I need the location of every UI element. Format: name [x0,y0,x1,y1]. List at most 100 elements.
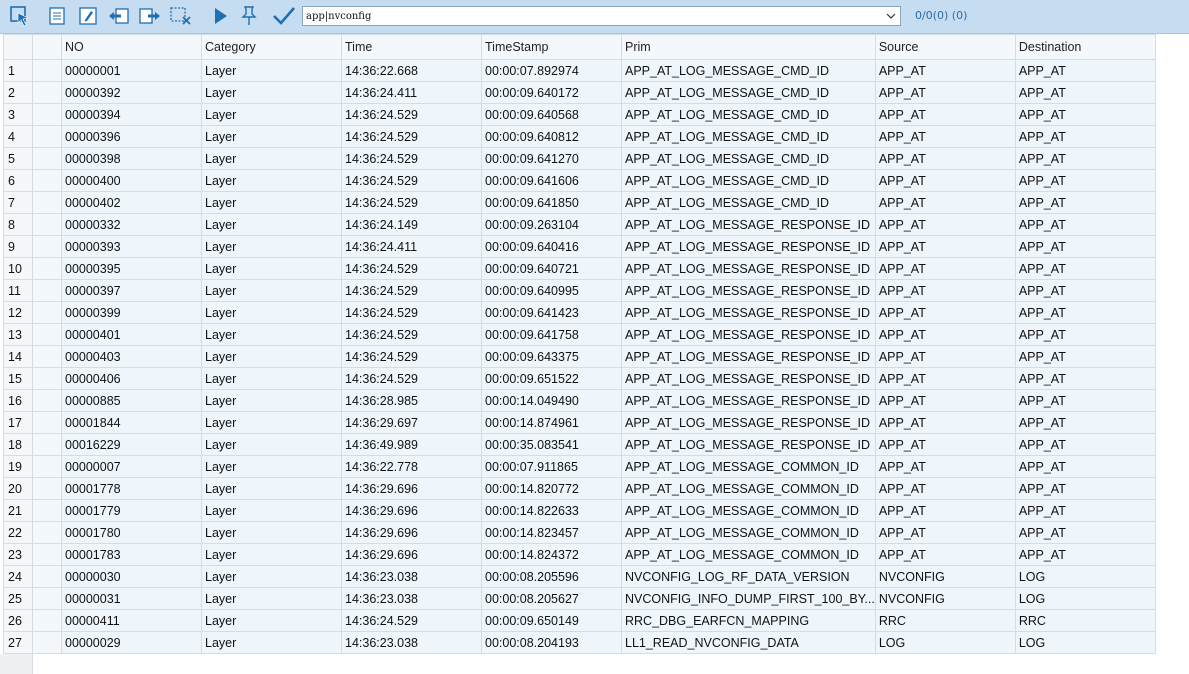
time-cell[interactable]: 14:36:24.529 [341,147,482,170]
row-number-cell[interactable]: 5 [3,147,33,170]
no-cell[interactable]: 00001778 [61,477,202,500]
time-cell[interactable]: 14:36:24.529 [341,367,482,390]
table-row[interactable]: 9 00000393 Layer 14:36:24.411 00:00:09.64041… [3,235,1156,258]
source-cell[interactable]: APP_AT [874,345,1016,368]
time-cell[interactable]: 14:36:23.038 [341,565,482,588]
timestamp-cell[interactable]: 00:00:09.650149 [481,609,622,632]
play-icon[interactable] [208,4,232,28]
table-row[interactable]: 8 00000332 Layer 14:36:24.149 00:00:09.26310… [3,213,1156,236]
time-cell[interactable]: 14:36:22.668 [341,59,482,82]
timestamp-cell[interactable]: 00:00:09.640995 [481,279,622,302]
timestamp-cell[interactable]: 00:00:14.823457 [481,521,622,544]
prim-cell[interactable]: APP_AT_LOG_MESSAGE_RESPONSE_ID [621,301,876,324]
edit-icon[interactable] [76,4,100,28]
destination-cell[interactable]: APP_AT [1014,191,1156,214]
time-cell[interactable]: 14:36:23.038 [341,587,482,610]
prim-cell[interactable]: RRC_DBG_EARFCN_MAPPING [621,609,876,632]
time-cell[interactable]: 14:36:29.696 [341,521,482,544]
destination-cell[interactable]: APP_AT [1014,389,1156,412]
destination-cell[interactable]: LOG [1014,565,1156,588]
source-cell[interactable]: APP_AT [874,125,1016,148]
no-cell[interactable]: 00000392 [61,81,202,104]
no-cell[interactable]: 00000885 [61,389,202,412]
destination-cell[interactable]: APP_AT [1014,81,1156,104]
category-cell[interactable]: Layer [201,411,342,434]
time-cell[interactable]: 14:36:24.529 [341,169,482,192]
source-cell[interactable]: NVCONFIG [874,565,1016,588]
prim-cell[interactable]: APP_AT_LOG_MESSAGE_RESPONSE_ID [621,279,876,302]
time-cell[interactable]: 14:36:24.149 [341,213,482,236]
row-number-cell[interactable]: 23 [3,543,33,566]
row-number-header[interactable] [3,34,33,60]
no-cell[interactable]: 00000399 [61,301,202,324]
no-cell[interactable]: 00001783 [61,543,202,566]
time-cell[interactable]: 14:36:24.529 [341,279,482,302]
row-number-cell[interactable]: 1 [3,59,33,82]
category-cell[interactable]: Layer [201,455,342,478]
source-cell[interactable]: APP_AT [874,103,1016,126]
category-cell[interactable]: Layer [201,521,342,544]
prim-cell[interactable]: APP_AT_LOG_MESSAGE_RESPONSE_ID [621,433,876,456]
table-row[interactable]: 5 00000398 Layer 14:36:24.529 00:00:09.64127… [3,147,1156,170]
row-number-cell[interactable]: 8 [3,213,33,236]
category-cell[interactable]: Layer [201,631,342,654]
table-row[interactable]: 16 00000885 Layer 14:36:28.985 00:00:14.0494… [3,389,1156,412]
timestamp-cell[interactable]: 00:00:14.049490 [481,389,622,412]
timestamp-cell[interactable]: 00:00:14.822633 [481,499,622,522]
prim-cell[interactable]: APP_AT_LOG_MESSAGE_CMD_ID [621,125,876,148]
time-cell[interactable]: 14:36:24.529 [341,301,482,324]
time-cell[interactable]: 14:36:29.696 [341,543,482,566]
time-cell[interactable]: 14:36:24.529 [341,609,482,632]
prim-cell[interactable]: APP_AT_LOG_MESSAGE_RESPONSE_ID [621,323,876,346]
no-cell[interactable]: 00000403 [61,345,202,368]
prim-cell[interactable]: APP_AT_LOG_MESSAGE_COMMON_ID [621,521,876,544]
timestamp-cell[interactable]: 00:00:08.205596 [481,565,622,588]
row-number-cell[interactable]: 17 [3,411,33,434]
category-cell[interactable]: Layer [201,279,342,302]
prim-cell[interactable]: APP_AT_LOG_MESSAGE_RESPONSE_ID [621,235,876,258]
row-number-cell[interactable]: 13 [3,323,33,346]
source-cell[interactable]: APP_AT [874,81,1016,104]
destination-cell[interactable]: APP_AT [1014,279,1156,302]
category-cell[interactable]: Layer [201,477,342,500]
prim-cell[interactable]: APP_AT_LOG_MESSAGE_CMD_ID [621,191,876,214]
table-row[interactable]: 11 00000397 Layer 14:36:24.529 00:00:09.6409… [3,279,1156,302]
table-row[interactable]: 10 00000395 Layer 14:36:24.529 00:00:09.6407… [3,257,1156,280]
timestamp-cell[interactable]: 00:00:35.083541 [481,433,622,456]
source-cell[interactable]: NVCONFIG [874,587,1016,610]
destination-cell[interactable]: APP_AT [1014,323,1156,346]
timestamp-cell[interactable]: 00:00:09.640172 [481,81,622,104]
prim-cell[interactable]: APP_AT_LOG_MESSAGE_CMD_ID [621,169,876,192]
filter-combobox[interactable] [302,6,901,26]
row-number-cell[interactable]: 25 [3,587,33,610]
row-number-cell[interactable]: 21 [3,499,33,522]
category-cell[interactable]: Layer [201,367,342,390]
destination-cell[interactable]: APP_AT [1014,59,1156,82]
destination-cell[interactable]: APP_AT [1014,301,1156,324]
source-cell[interactable]: APP_AT [874,499,1016,522]
source-cell[interactable]: APP_AT [874,301,1016,324]
source-cell[interactable]: APP_AT [874,169,1016,192]
timestamp-cell[interactable]: 00:00:08.205627 [481,587,622,610]
category-cell[interactable]: Layer [201,433,342,456]
no-cell[interactable]: 00001779 [61,499,202,522]
category-cell[interactable]: Layer [201,235,342,258]
timestamp-cell[interactable]: 00:00:09.640568 [481,103,622,126]
timestamp-cell[interactable]: 00:00:09.640812 [481,125,622,148]
timestamp-cell[interactable]: 00:00:14.820772 [481,477,622,500]
prim-cell[interactable]: APP_AT_LOG_MESSAGE_COMMON_ID [621,455,876,478]
no-cell[interactable]: 00000332 [61,213,202,236]
timestamp-cell[interactable]: 00:00:09.640721 [481,257,622,280]
category-cell[interactable]: Layer [201,609,342,632]
timestamp-cell[interactable]: 00:00:09.641423 [481,301,622,324]
prim-cell[interactable]: APP_AT_LOG_MESSAGE_RESPONSE_ID [621,367,876,390]
prim-cell[interactable]: APP_AT_LOG_MESSAGE_COMMON_ID [621,499,876,522]
destination-cell[interactable]: APP_AT [1014,169,1156,192]
row-number-cell[interactable]: 4 [3,125,33,148]
time-cell[interactable]: 14:36:24.529 [341,257,482,280]
timestamp-cell[interactable]: 00:00:09.263104 [481,213,622,236]
no-cell[interactable]: 00000398 [61,147,202,170]
time-cell[interactable]: 14:36:49.989 [341,433,482,456]
row-number-cell[interactable]: 15 [3,367,33,390]
table-row[interactable]: 4 00000396 Layer 14:36:24.529 00:00:09.64081… [3,125,1156,148]
